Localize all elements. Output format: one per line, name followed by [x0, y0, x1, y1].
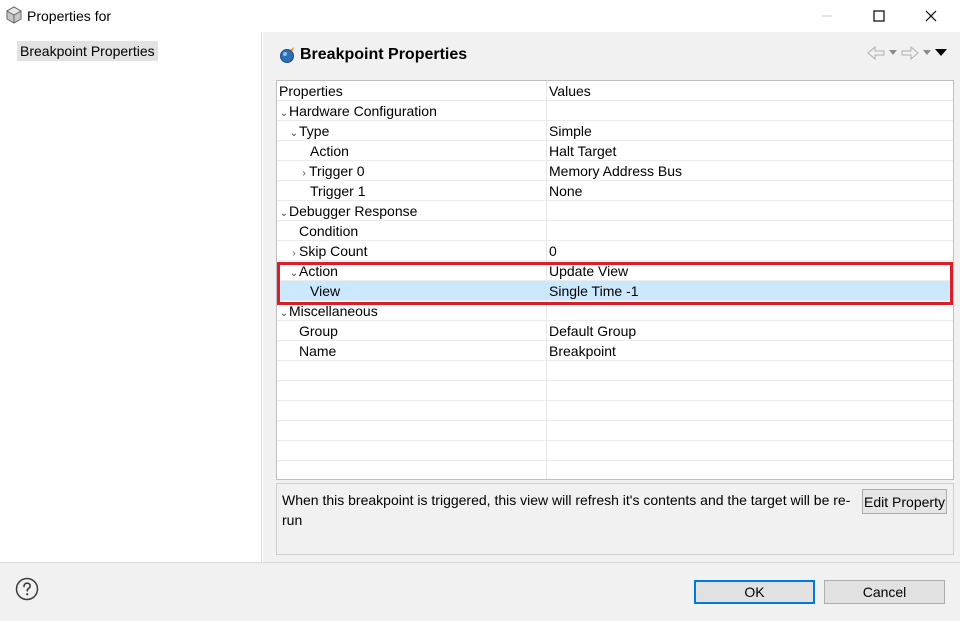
- property-label: Action: [310, 143, 349, 159]
- page-title: Breakpoint Properties: [300, 46, 468, 63]
- table-row[interactable]: › Skip Count 0: [277, 241, 953, 261]
- table-row[interactable]: ⌄Action Update View: [277, 261, 953, 281]
- forward-arrow-icon[interactable]: [901, 46, 919, 60]
- empty-row: [277, 441, 953, 461]
- property-label: Name: [299, 343, 337, 359]
- description-panel: When this breakpoint is triggered, this …: [276, 483, 954, 555]
- property-value: [549, 201, 949, 221]
- empty-row: [277, 401, 953, 421]
- cancel-button[interactable]: Cancel: [824, 580, 945, 604]
- empty-row: [277, 421, 953, 441]
- property-value: [549, 301, 949, 321]
- table-row[interactable]: Name Breakpoint: [277, 341, 953, 361]
- navigation-pane: Breakpoint Properties: [0, 32, 262, 562]
- property-label: Condition: [299, 223, 359, 239]
- title-bar: Properties for: [0, 0, 960, 32]
- property-value: Breakpoint: [549, 343, 616, 359]
- edit-property-button[interactable]: Edit Property: [862, 489, 947, 514]
- property-label: Trigger 0: [309, 163, 365, 179]
- nav-item-breakpoint-properties[interactable]: Breakpoint Properties: [17, 41, 158, 61]
- table-row[interactable]: Action Halt Target: [277, 141, 953, 161]
- breakpoint-icon: [280, 47, 294, 63]
- property-label: Miscellaneous: [289, 303, 378, 319]
- property-label: Group: [299, 323, 338, 339]
- minimize-icon: [822, 15, 832, 17]
- page-header: Breakpoint Properties: [275, 40, 955, 72]
- view-menu-icon[interactable]: [935, 49, 947, 57]
- table-row[interactable]: ⌄Miscellaneous: [277, 301, 953, 321]
- property-description: When this breakpoint is triggered, this …: [282, 492, 851, 528]
- maximize-icon: [873, 10, 885, 22]
- property-label: View: [310, 283, 341, 299]
- table-row[interactable]: ⌄Type Simple: [277, 121, 953, 141]
- table-row[interactable]: › Trigger 0 Memory Address Bus: [277, 161, 953, 181]
- property-label: Trigger 1: [310, 183, 366, 199]
- dialog-footer: OK Cancel: [0, 562, 960, 621]
- table-row[interactable]: ⌄Hardware Configuration: [277, 101, 953, 121]
- property-label: Skip Count: [299, 243, 368, 259]
- properties-table: Properties Values ⌄Hardware Configuratio…: [276, 80, 954, 480]
- property-value: [549, 221, 949, 241]
- table-row[interactable]: ⌄Debugger Response: [277, 201, 953, 221]
- header-properties[interactable]: Properties: [277, 81, 546, 101]
- empty-row: [277, 381, 953, 401]
- property-value: Halt Target: [549, 143, 617, 159]
- empty-row: [277, 361, 953, 381]
- help-icon[interactable]: [15, 577, 39, 601]
- window-title: Properties for: [27, 8, 112, 24]
- table-row-selected[interactable]: View Single Time -1: [277, 281, 953, 301]
- property-value: [549, 101, 949, 121]
- forward-dropdown-icon[interactable]: [923, 50, 931, 56]
- back-arrow-icon[interactable]: [867, 46, 885, 60]
- minimize-button[interactable]: [804, 0, 850, 32]
- history-navigation: [867, 46, 947, 60]
- property-value: 0: [549, 243, 557, 259]
- property-value: Update View: [549, 263, 629, 279]
- close-button[interactable]: [908, 0, 954, 32]
- maximize-button[interactable]: [856, 0, 902, 32]
- table-row[interactable]: Group Default Group: [277, 321, 953, 341]
- property-label: Debugger Response: [289, 203, 418, 219]
- gear-cube-icon: [5, 6, 23, 24]
- back-dropdown-icon[interactable]: [889, 50, 897, 56]
- property-value: None: [549, 183, 583, 199]
- property-value: Simple: [549, 123, 592, 139]
- property-label: Type: [299, 123, 330, 139]
- header-values[interactable]: Values: [549, 81, 949, 101]
- table-row[interactable]: Trigger 1 None: [277, 181, 953, 201]
- table-header-row: Properties Values: [277, 81, 953, 101]
- property-label: Hardware Configuration: [289, 103, 437, 119]
- property-value: Memory Address Bus: [549, 163, 683, 179]
- property-value: Default Group: [549, 323, 637, 339]
- ok-button[interactable]: OK: [694, 580, 815, 604]
- property-label: Action: [299, 263, 338, 279]
- content-pane: Breakpoint Properties Properties Values …: [263, 32, 960, 562]
- property-value: Single Time -1: [549, 283, 639, 299]
- table-row[interactable]: Condition: [277, 221, 953, 241]
- close-icon: [925, 10, 937, 22]
